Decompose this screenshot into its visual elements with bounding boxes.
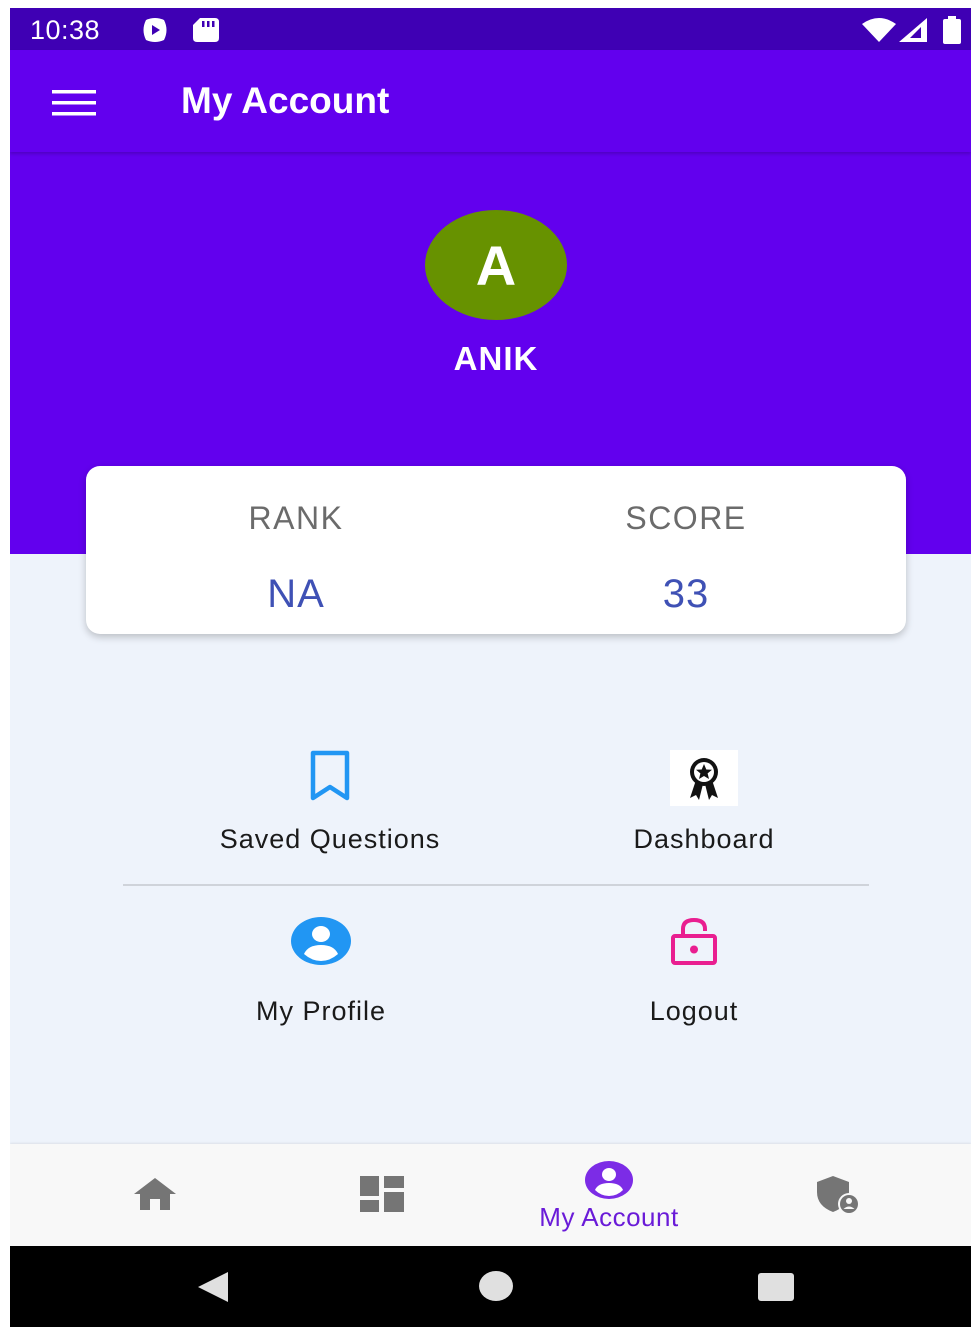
system-navigation-bar (10, 1246, 971, 1327)
score-value: 33 (662, 572, 710, 616)
saved-questions-button[interactable]: Saved Questions (130, 750, 530, 880)
play-protect-icon (140, 17, 170, 48)
status-bar: 10:38 (10, 8, 971, 50)
signal-icon (899, 18, 927, 47)
wifi-icon (862, 18, 896, 47)
shield-account-icon (815, 1174, 861, 1221)
sd-card-icon (193, 18, 219, 47)
avatar: A (425, 210, 567, 320)
nav-dashboard[interactable] (267, 1144, 497, 1246)
screen: 10:38 My Account A ANIK RANK NA SCORE 33… (10, 8, 971, 1327)
dashboard-label: Dashboard (633, 824, 775, 854)
saved-questions-label: Saved Questions (219, 824, 441, 854)
dashboard-button[interactable]: Dashboard (504, 750, 904, 880)
bottom-navigation: My Account (10, 1144, 971, 1246)
account-circle-icon (584, 1160, 634, 1205)
status-time: 10:38 (30, 15, 101, 45)
lock-open-icon (668, 916, 720, 971)
home-icon (132, 1176, 178, 1217)
grid-divider (123, 884, 869, 886)
app-bar: My Account (10, 50, 971, 152)
bookmark-icon (307, 750, 353, 807)
my-profile-button[interactable]: My Profile (121, 916, 521, 1046)
stats-card: RANK NA SCORE 33 (86, 466, 906, 634)
score-label: SCORE (625, 500, 747, 536)
my-profile-label: My Profile (255, 996, 387, 1026)
nav-home[interactable] (40, 1144, 270, 1246)
recents-icon[interactable] (757, 1272, 795, 1307)
logout-label: Logout (649, 996, 739, 1026)
page-title: My Account (181, 80, 390, 121)
back-icon[interactable] (196, 1270, 230, 1309)
battery-icon (943, 16, 961, 49)
nav-my-account[interactable]: My Account (494, 1144, 724, 1246)
dashboard-icon (360, 1176, 404, 1217)
home-circle-icon[interactable] (478, 1270, 514, 1307)
rank-label: RANK (248, 500, 344, 536)
account-circle-icon (290, 916, 352, 971)
award-ribbon-icon (670, 750, 738, 811)
logout-button[interactable]: Logout (494, 916, 894, 1046)
nav-admin[interactable] (723, 1144, 953, 1246)
hamburger-menu-icon[interactable] (50, 86, 98, 120)
user-name: ANIK (453, 340, 539, 377)
nav-my-account-label: My Account (539, 1202, 679, 1232)
rank-value: NA (267, 572, 325, 616)
